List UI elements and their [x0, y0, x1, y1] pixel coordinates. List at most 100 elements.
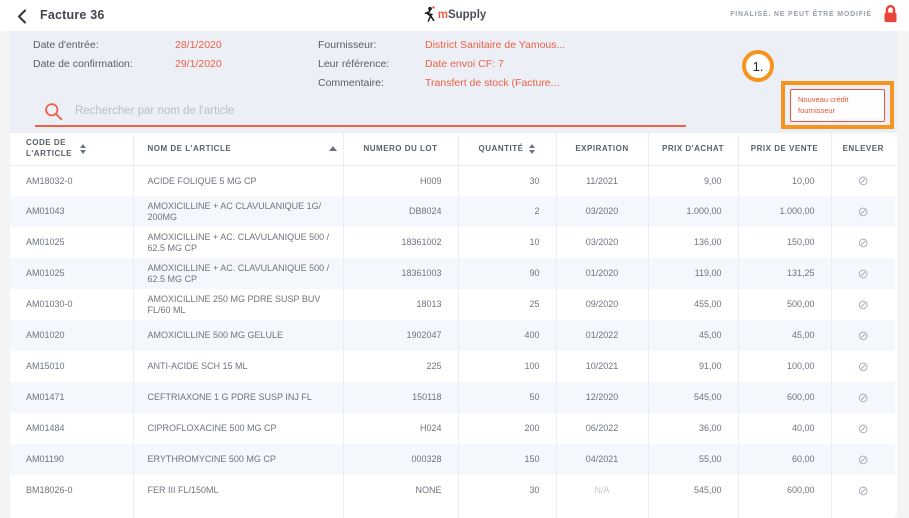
cell-name: ERYTHROMYCINE 500 MG CP	[133, 444, 343, 475]
cell-qty: 100	[458, 351, 556, 382]
cell-enlever: ⊘	[831, 196, 895, 227]
cell-exp: 10/2021	[556, 351, 648, 382]
cell-lot: 18361002	[343, 227, 458, 258]
col-header-lot[interactable]: NUMERO DU LOT	[343, 133, 458, 165]
cell-code: AM18032-0	[10, 165, 133, 196]
cell-qty: 10	[458, 227, 556, 258]
cell-qty: 30	[458, 165, 556, 196]
sort-icon	[529, 144, 535, 154]
table-row[interactable]: AM01043AMOXICILLINE + AC CLAVULANIQUE 1G…	[10, 196, 895, 227]
remove-icon[interactable]: ⊘	[858, 421, 869, 436]
remove-icon[interactable]: ⊘	[858, 266, 869, 281]
col-header-label: NUMERO DU LOT	[363, 144, 437, 153]
field-label: Commentaire:	[318, 77, 384, 89]
col-header-expiration[interactable]: EXPIRATION	[556, 133, 648, 165]
table-row[interactable]: AM18032-0ACIDE FOLIQUE 5 MG CPH0093011/2…	[10, 165, 895, 196]
cell-exp: 12/2020	[556, 382, 648, 413]
search-input[interactable]	[75, 99, 665, 123]
cell-name: ANTI-ACIDE SCH 15 ML	[133, 351, 343, 382]
table-row[interactable]: BM18026-0FER III FL/150MLNONE30N/A545,00…	[10, 475, 895, 506]
col-header-label: QUANTITÉ	[479, 144, 524, 153]
col-header-label: NOM DE L'ARTICLE	[148, 144, 232, 153]
new-supplier-credit-button[interactable]: Nouveau crédit fournisseur	[790, 89, 885, 122]
empty-cell	[556, 506, 648, 518]
col-header-label: PRIX DE VENTE	[751, 144, 818, 153]
cell-qty: 50	[458, 382, 556, 413]
field-label: Leur référence:	[318, 58, 389, 70]
cell-exp: 03/2020	[556, 196, 648, 227]
cell-lot: DB8024	[343, 196, 458, 227]
table-row-partial	[10, 506, 895, 518]
cell-code: AM01020	[10, 320, 133, 351]
col-header-nom[interactable]: NOM DE L'ARTICLE	[133, 133, 343, 165]
search-underline	[35, 125, 686, 127]
empty-cell	[738, 506, 831, 518]
logo-text: mSupply	[438, 9, 487, 21]
cell-enlever: ⊘	[831, 258, 895, 289]
table-row[interactable]: AM01030-0AMOXICILLINE 250 MG PDRE SUSP B…	[10, 289, 895, 320]
cell-enlever: ⊘	[831, 475, 895, 506]
remove-icon[interactable]: ⊘	[858, 359, 869, 374]
cell-enlever: ⊘	[831, 227, 895, 258]
table-row[interactable]: AM01025AMOXICILLINE + AC. CLAVULANIQUE 5…	[10, 227, 895, 258]
table-row[interactable]: AM01025AMOXICILLINE + AC. CLAVULANIQUE 5…	[10, 258, 895, 289]
field-value: District Sanitaire de Yamous...	[425, 39, 565, 51]
table-row[interactable]: AM15010ANTI-ACIDE SCH 15 ML22510010/2021…	[10, 351, 895, 382]
cell-code: AM01025	[10, 227, 133, 258]
table-body: AM18032-0ACIDE FOLIQUE 5 MG CPH0093011/2…	[10, 165, 895, 518]
field-leur-reference: Leur référence: Date envoi CF: 7	[318, 58, 389, 70]
cell-code: AM01025	[10, 258, 133, 289]
remove-icon[interactable]: ⊘	[858, 390, 869, 405]
cell-name: FER III FL/150ML	[133, 475, 343, 506]
table-row[interactable]: AM01471CEFTRIAXONE 1 G PDRE SUSP INJ FL1…	[10, 382, 895, 413]
field-value: 28/1/2020	[175, 39, 222, 51]
remove-icon[interactable]: ⊘	[858, 204, 869, 219]
cell-name: AMOXICILLINE 500 MG GELULE	[133, 320, 343, 351]
remove-icon[interactable]: ⊘	[858, 297, 869, 312]
table-row[interactable]: AM01484CIPROFLOXACINE 500 MG CPH02420006…	[10, 413, 895, 444]
field-commentaire: Commentaire: Transfert de stock (Facture…	[318, 77, 384, 89]
remove-icon[interactable]: ⊘	[858, 452, 869, 467]
cell-enlever: ⊘	[831, 165, 895, 196]
empty-cell	[133, 506, 343, 518]
col-header-prix-achat[interactable]: PRIX D'ACHAT	[648, 133, 738, 165]
empty-cell	[10, 506, 133, 518]
cell-sell-price: 600,00	[738, 475, 831, 506]
invoice-info-panel: Date d'entrée: 28/1/2020 Date de confirm…	[10, 31, 897, 133]
cell-lot: 225	[343, 351, 458, 382]
top-bar: Facture 36 mSupply FINALISÉ. NE PEUT ÊTR…	[0, 0, 909, 31]
cell-enlever: ⊘	[831, 320, 895, 351]
table-row[interactable]: AM01020AMOXICILLINE 500 MG GELULE1902047…	[10, 320, 895, 351]
cell-buy-price: 545,00	[648, 475, 738, 506]
col-header-code[interactable]: CODE DE L'ARTICLE	[10, 133, 133, 165]
remove-icon[interactable]: ⊘	[858, 235, 869, 250]
remove-icon[interactable]: ⊘	[858, 483, 869, 498]
cell-buy-price: 36,00	[648, 413, 738, 444]
cell-qty: 400	[458, 320, 556, 351]
table-row[interactable]: AM01190ERYTHROMYCINE 500 MG CP0003281500…	[10, 444, 895, 475]
msupply-logo: mSupply	[423, 6, 487, 23]
remove-icon[interactable]: ⊘	[858, 328, 869, 343]
remove-icon[interactable]: ⊘	[858, 173, 869, 188]
cell-code: AM01043	[10, 196, 133, 227]
cell-sell-price: 100,00	[738, 351, 831, 382]
cell-buy-price: 45,00	[648, 320, 738, 351]
empty-cell	[343, 506, 458, 518]
cell-sell-price: 45,00	[738, 320, 831, 351]
back-button[interactable]	[12, 6, 32, 26]
cell-code: AM01471	[10, 382, 133, 413]
cell-name: AMOXICILLINE + AC. CLAVULANIQUE 500 / 62…	[133, 258, 343, 289]
cell-exp: 11/2021	[556, 165, 648, 196]
cell-code: AM01484	[10, 413, 133, 444]
col-header-prix-vente[interactable]: PRIX DE VENTE	[738, 133, 831, 165]
cell-name: AMOXICILLINE + AC. CLAVULANIQUE 500 / 62…	[133, 227, 343, 258]
field-value: Transfert de stock (Facture...	[425, 77, 559, 89]
cell-sell-price: 1.000,00	[738, 196, 831, 227]
cell-name: ACIDE FOLIQUE 5 MG CP	[133, 165, 343, 196]
col-header-quantite[interactable]: QUANTITÉ	[458, 133, 556, 165]
col-header-label: PRIX D'ACHAT	[662, 144, 724, 153]
cell-exp: 06/2022	[556, 413, 648, 444]
field-value: 29/1/2020	[175, 58, 222, 70]
cell-code: AM01030-0	[10, 289, 133, 320]
field-date-entree: Date d'entrée: 28/1/2020	[33, 39, 99, 51]
